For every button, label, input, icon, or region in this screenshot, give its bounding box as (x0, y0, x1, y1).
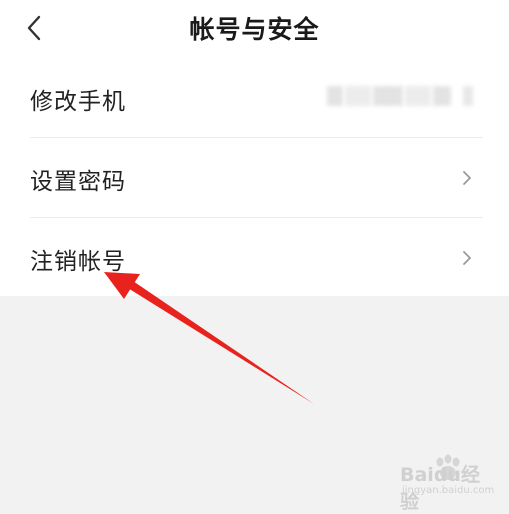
page-title: 帐号与安全 (189, 15, 320, 44)
cancel-account-label: 注销帐号 (30, 249, 126, 275)
change-phone-row[interactable]: 修改手机 (0, 58, 509, 138)
cancel-account-row[interactable]: 注销帐号 (0, 218, 509, 298)
account-security-page: 帐号与安全 修改手机 设置密码 注销帐号 Baidu经验 jingyan.bai… (0, 0, 509, 514)
chevron-right-icon (463, 251, 471, 265)
masked-phone-number (327, 86, 483, 106)
set-password-label: 设置密码 (30, 169, 126, 195)
change-phone-label: 修改手机 (30, 89, 126, 115)
watermark: Baidu经验 jingyan.baidu.com (388, 454, 498, 513)
set-password-row[interactable]: 设置密码 (0, 138, 509, 218)
navigation-bar: 帐号与安全 (0, 0, 509, 58)
chevron-right-icon (463, 171, 471, 185)
watermark-url: jingyan.baidu.com (402, 485, 495, 496)
settings-list: 修改手机 设置密码 注销帐号 (0, 58, 509, 298)
settings-panel: 帐号与安全 修改手机 设置密码 注销帐号 (0, 0, 509, 296)
